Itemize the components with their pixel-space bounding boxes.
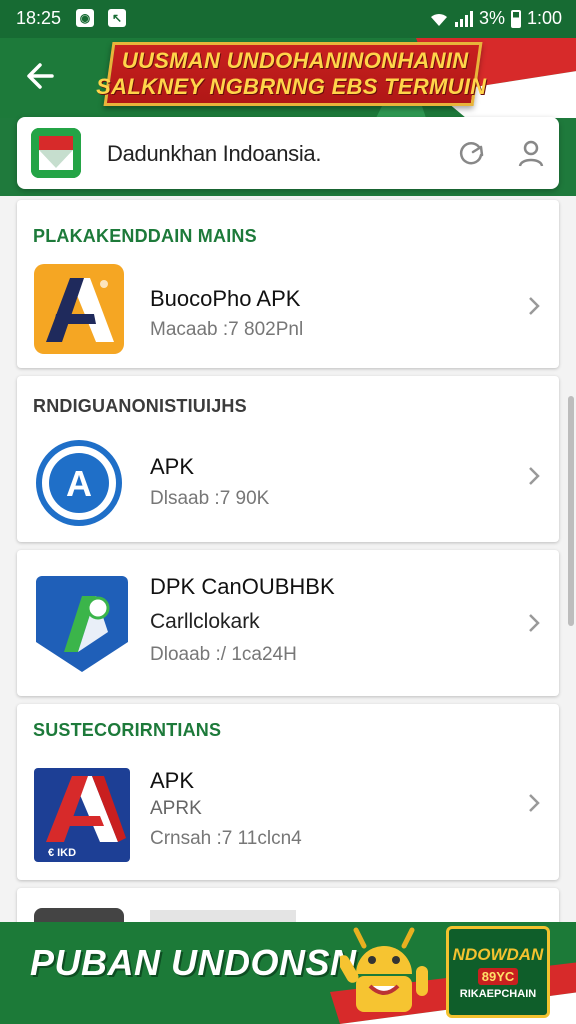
chevron-right-icon <box>529 467 540 485</box>
status-icons: 3% 1:00 <box>429 8 562 29</box>
promo-banner[interactable]: UUSMAN UNDOHANINONHANIN SALKNEY NGBRNNG … <box>96 42 486 106</box>
app-name: APK <box>150 768 195 793</box>
badge-footer: RIKAEPCHAIN <box>459 987 537 1000</box>
android-mascot-icon <box>340 927 428 1012</box>
status-bar: 18:25 ◉ ↖ 3% 1:00 <box>0 0 576 38</box>
chevron-right-icon <box>529 614 540 632</box>
battery-percent: 3% <box>478 8 505 28</box>
app-meta: Macaab :7 802Pnl <box>150 319 304 340</box>
app-name: DPK CanOUBHBK <box>150 574 335 599</box>
app-list-item[interactable]: € IKD APK APRK Crnsah :7 11clcn4 <box>17 758 559 874</box>
app-header: UUSMAN UNDOHANINONHANIN SALKNEY NGBRNNG … <box>0 38 576 118</box>
banner-line2: SALKNEY NGBRNNG EBS TERMUIN <box>96 74 487 99</box>
app-name: APK <box>150 454 195 479</box>
scrollbar[interactable] <box>568 396 574 626</box>
app-list-item[interactable]: BuocoPho APK Macaab :7 802Pnl <box>17 260 559 360</box>
app-icon-letter-a-yellow <box>34 264 124 354</box>
svg-text:A: A <box>66 463 92 504</box>
back-arrow-icon[interactable] <box>22 56 62 96</box>
status-time: 18:25 <box>16 8 62 28</box>
app-icon-letter-a-circle: A <box>36 440 122 526</box>
app-notification-icon: ↖ <box>108 9 126 27</box>
section-title: SUSTECORIRNTIANS <box>33 720 222 740</box>
chevron-right-icon <box>529 794 540 812</box>
chevron-right-icon <box>529 297 540 315</box>
badge-code: 89YC <box>477 967 519 985</box>
wifi-icon <box>430 13 447 26</box>
app-icon-letter-a-red: € IKD <box>34 768 130 862</box>
app-list-item[interactable]: A APK Dlsaab :7 90K <box>17 432 559 536</box>
app-logo-icon <box>31 128 81 178</box>
badge-title: NDOWDAN <box>452 944 544 964</box>
banner-line1: UUSMAN UNDOHANINONHANIN <box>121 48 469 73</box>
app-meta: Dlsaab :7 90K <box>150 488 270 509</box>
section-card: SUSTECORIRNTIANS € IKD APK APRK Crnsah :… <box>17 704 559 880</box>
notification-icon: ◉ <box>76 9 94 27</box>
section-title: RNDIGUANONISTIUIJHS <box>33 396 247 416</box>
section-card-partial <box>17 888 559 922</box>
status-clock-right: 1:00 <box>526 8 562 28</box>
bottom-banner-title: PUBAN UNDONSN <box>30 942 357 983</box>
app-name-placeholder <box>150 910 296 922</box>
search-query[interactable]: Dadunkhan Indoansia. <box>107 141 321 167</box>
section-card: PLAKAKENDDAIN MAINS BuocoPho APK Macaab … <box>17 200 559 368</box>
app-subtitle: APRK <box>150 798 202 819</box>
app-icon-android-shield <box>36 576 128 672</box>
app-subtitle: Carllclokark <box>150 610 260 633</box>
app-list[interactable]: PLAKAKENDDAIN MAINS BuocoPho APK Macaab … <box>0 196 576 922</box>
refresh-icon[interactable] <box>457 139 485 167</box>
search-bar[interactable]: Dadunkhan Indoansia. <box>17 117 559 189</box>
section-card: RNDIGUANONISTIUIJHS A APK Dlsaab :7 90K <box>17 376 559 542</box>
section-title: PLAKAKENDDAIN MAINS <box>33 226 257 246</box>
account-icon[interactable] <box>518 139 544 167</box>
battery-icon <box>510 9 521 28</box>
app-meta: Crnsah :7 11clcn4 <box>150 828 302 849</box>
section-card: DPK CanOUBHBK Carllclokark Dloaab :/ 1ca… <box>17 550 559 696</box>
promo-badge[interactable]: NDOWDAN 89YC RIKAEPCHAIN <box>446 926 550 1018</box>
app-list-item[interactable]: DPK CanOUBHBK Carllclokark Dloaab :/ 1ca… <box>17 550 559 696</box>
svg-text:€ IKD: € IKD <box>48 847 76 859</box>
signal-icon <box>454 10 473 27</box>
app-meta: Dloaab :/ 1ca24H <box>150 644 297 665</box>
bottom-ad-banner[interactable]: PUBAN UNDONSN NDOWDAN 89YC RIKAEPCHAIN <box>0 922 576 1024</box>
app-name: BuocoPho APK <box>150 286 301 311</box>
app-icon-partial <box>34 908 124 922</box>
